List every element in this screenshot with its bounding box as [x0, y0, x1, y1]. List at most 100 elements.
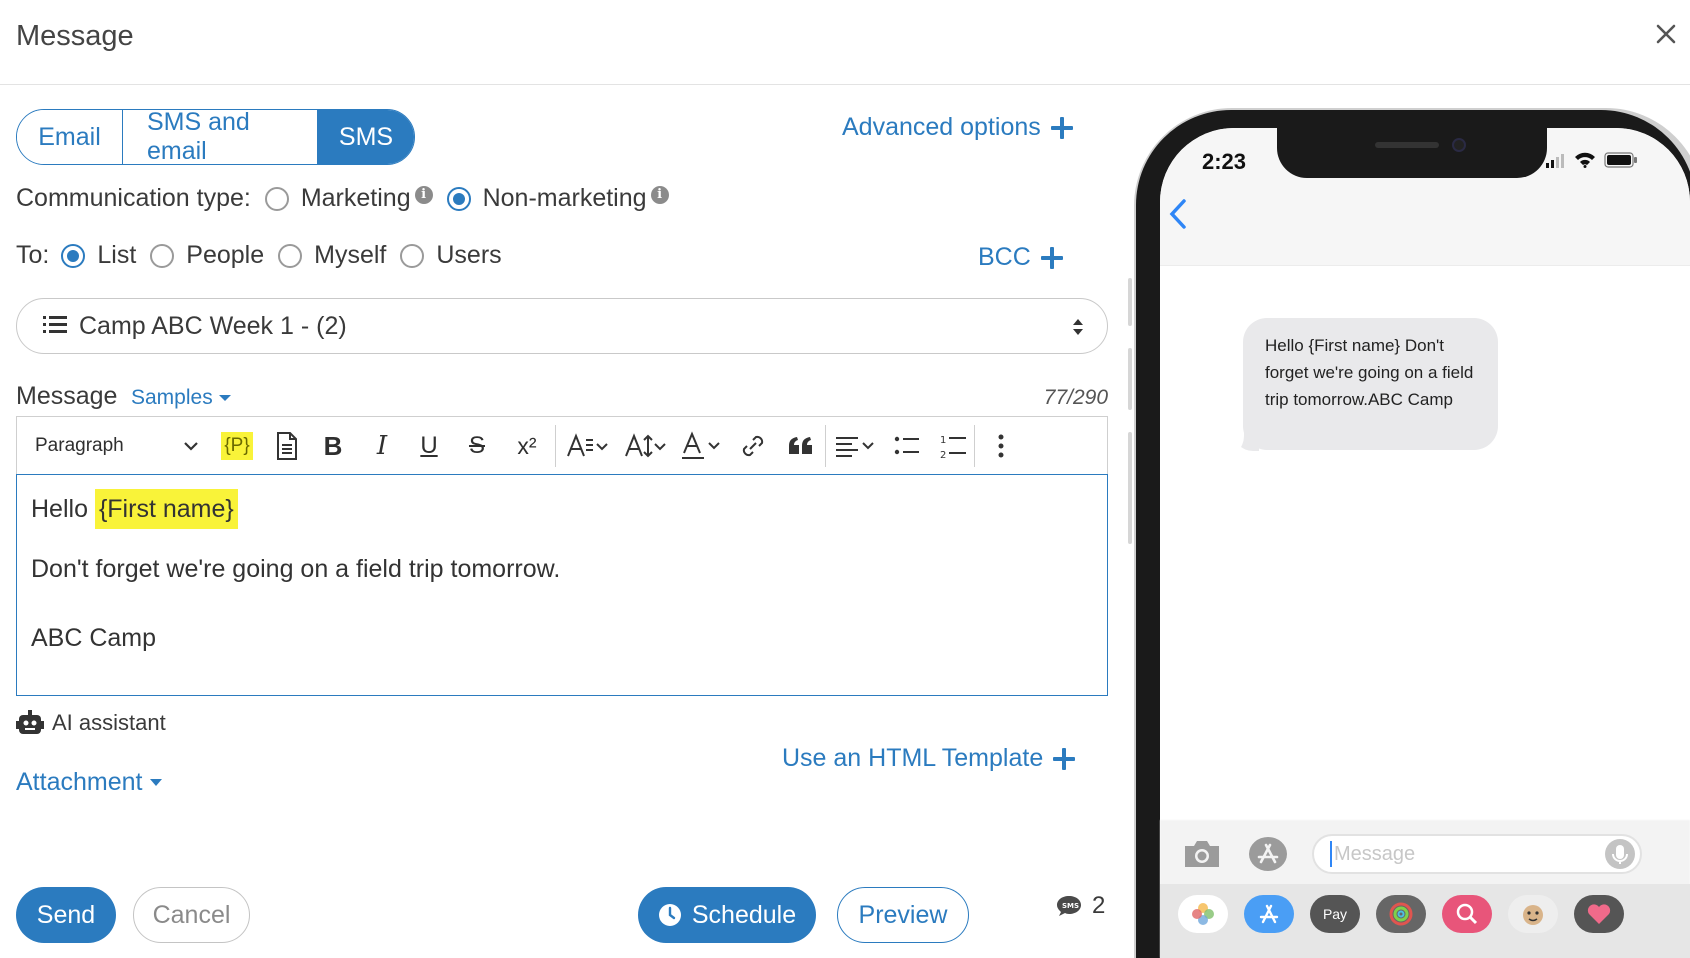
bulleted-list-icon[interactable]: [887, 417, 927, 475]
radio-myself[interactable]: Myself: [278, 241, 386, 270]
radio-button[interactable]: [400, 243, 425, 268]
text-cursor: [1330, 841, 1332, 867]
tab-sms-and-email[interactable]: SMS and email: [123, 110, 318, 164]
info-icon[interactable]: i: [650, 185, 669, 204]
radio-myself-label: Myself: [314, 241, 387, 269]
channel-tabs: Email SMS and email SMS: [16, 109, 415, 165]
numbered-list-icon[interactable]: 12: [933, 417, 973, 475]
font-size-icon[interactable]: [623, 417, 669, 475]
greeting-text: Hello: [31, 495, 88, 523]
radio-button[interactable]: [264, 186, 289, 211]
samples-label: Samples: [131, 386, 213, 409]
digital-touch-app-icon[interactable]: [1574, 895, 1624, 933]
microphone-icon[interactable]: [1604, 838, 1636, 875]
preview-button[interactable]: Preview: [837, 887, 969, 943]
phone-notch: [1277, 126, 1547, 178]
font-family-icon[interactable]: [565, 417, 611, 475]
underline-icon[interactable]: U: [409, 417, 449, 475]
radio-people-label: People: [186, 241, 265, 269]
toolbar-divider: [825, 425, 826, 467]
document-icon[interactable]: [267, 417, 307, 475]
list-select-value: Camp ABC Week 1 - (2): [79, 311, 347, 340]
bold-icon[interactable]: B: [313, 417, 353, 475]
splitter-handle[interactable]: [1128, 278, 1132, 326]
more-icon[interactable]: [981, 417, 1021, 475]
placeholder-label: {P}: [221, 432, 253, 460]
communication-type-label: Communication type:: [16, 184, 251, 212]
italic-icon[interactable]: I: [362, 417, 402, 475]
editor-line-signature: ABC Camp: [31, 624, 157, 652]
battery-icon: [1604, 152, 1638, 173]
html-template-label: Use an HTML Template: [782, 744, 1044, 772]
radio-list[interactable]: List: [61, 241, 136, 270]
search-images-app-icon[interactable]: [1442, 895, 1492, 933]
camera-icon[interactable]: [1182, 838, 1222, 875]
first-name-placeholder[interactable]: {First name}: [94, 489, 238, 529]
toolbar-divider: [974, 425, 975, 467]
strikethrough-icon[interactable]: S: [457, 417, 497, 475]
samples-dropdown[interactable]: Samples: [131, 386, 231, 410]
activity-app-icon[interactable]: [1376, 895, 1426, 933]
attachment-dropdown[interactable]: Attachment: [16, 768, 163, 797]
link-icon[interactable]: [733, 417, 773, 475]
tab-sms[interactable]: SMS: [318, 110, 414, 164]
radio-non-marketing[interactable]: Non-marketing i: [446, 184, 669, 213]
attachment-label: Attachment: [16, 768, 143, 796]
caret-down-icon: [150, 779, 163, 786]
radio-button-selected[interactable]: [61, 243, 86, 268]
app-store-app-icon[interactable]: [1244, 895, 1294, 933]
splitter-handle[interactable]: [1128, 348, 1132, 410]
advanced-options-link[interactable]: Advanced options: [842, 113, 1073, 142]
paragraph-style-select[interactable]: Paragraph: [35, 417, 201, 475]
camera-icon: [1452, 138, 1466, 152]
font-color-icon[interactable]: [681, 417, 727, 475]
svg-text:2: 2: [940, 450, 946, 459]
communication-type-row: Communication type: Marketing i Non-mark…: [16, 184, 683, 213]
signal-icon: [1546, 152, 1570, 173]
back-chevron-icon[interactable]: [1168, 198, 1188, 235]
radio-button-selected[interactable]: [446, 186, 471, 211]
cancel-button[interactable]: Cancel: [133, 887, 250, 943]
message-editor[interactable]: Hello {First name} Don't forget we're go…: [16, 474, 1108, 696]
radio-users[interactable]: Users: [400, 241, 502, 270]
send-button[interactable]: Send: [16, 887, 116, 943]
radio-users-label: Users: [436, 241, 502, 269]
close-icon[interactable]: [1652, 20, 1680, 48]
app-store-icon[interactable]: [1248, 836, 1288, 877]
schedule-label: Schedule: [691, 900, 797, 929]
list-select[interactable]: Camp ABC Week 1 - (2): [16, 298, 1108, 354]
memoji-app-icon[interactable]: [1508, 895, 1558, 933]
schedule-button[interactable]: Schedule: [638, 887, 816, 943]
plus-icon: [1050, 116, 1073, 139]
align-icon[interactable]: [833, 417, 879, 475]
robot-icon: [16, 710, 44, 734]
ai-assistant-button[interactable]: AI assistant: [16, 710, 166, 736]
bcc-link[interactable]: BCC: [978, 243, 1063, 272]
radio-button[interactable]: [150, 243, 175, 268]
ai-assistant-label: AI assistant: [52, 710, 166, 735]
superscript-icon[interactable]: x²: [505, 417, 549, 475]
advanced-options-label: Advanced options: [842, 113, 1041, 141]
sms-count: SMS 2: [1056, 892, 1105, 920]
splitter-handle[interactable]: [1128, 432, 1132, 544]
list-icon: [43, 312, 67, 341]
sort-caret-icon: [1071, 316, 1085, 345]
radio-people[interactable]: People: [150, 241, 264, 270]
editor-toolbar: Paragraph {P} B I U S x² 12: [16, 416, 1108, 474]
photos-app-icon[interactable]: [1178, 895, 1228, 933]
plus-icon: [1040, 246, 1063, 269]
svg-text:1: 1: [940, 435, 946, 446]
html-template-link[interactable]: Use an HTML Template: [782, 744, 1076, 773]
recipient-type-row: To: List People Myself Users: [16, 241, 516, 270]
quote-icon[interactable]: [781, 417, 821, 475]
phone-time: 2:23: [1202, 149, 1247, 174]
speaker-grille: [1375, 142, 1439, 148]
radio-marketing[interactable]: Marketing i: [264, 184, 433, 213]
tab-email[interactable]: Email: [17, 110, 123, 164]
imessage-input[interactable]: Message: [1312, 834, 1642, 874]
info-icon[interactable]: i: [414, 185, 433, 204]
radio-button[interactable]: [278, 243, 303, 268]
placeholder-button[interactable]: {P}: [217, 417, 257, 475]
clock-icon: [658, 904, 681, 926]
apple-pay-app-icon[interactable]: Pay: [1310, 895, 1360, 933]
